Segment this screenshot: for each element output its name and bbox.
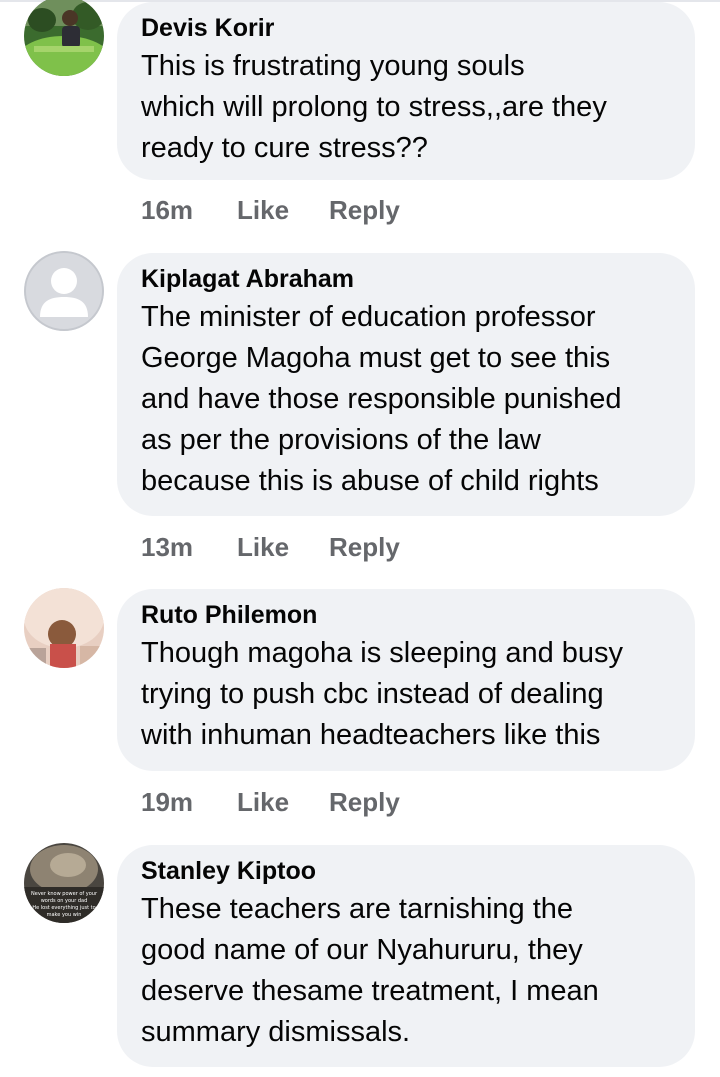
avatar[interactable]: Never know power of your words on your d… [24, 843, 104, 923]
like-button[interactable]: Like [237, 530, 329, 564]
reply-button[interactable]: Reply [329, 530, 400, 564]
comment-author[interactable]: Devis Korir [141, 12, 673, 44]
comment-bubble: Devis Korir This is frustrating young so… [117, 2, 695, 180]
landscape-photo-icon [24, 0, 104, 76]
comment-timestamp[interactable]: 13m [141, 530, 237, 564]
comment-text: The minister of education professor Geor… [141, 301, 622, 497]
comment-author[interactable]: Kiplagat Abraham [141, 263, 673, 295]
avatar[interactable] [24, 251, 104, 331]
svg-text:make you win: make you win [47, 912, 82, 918]
comment-bubble: Stanley Kiptoo These teachers are tarnis… [117, 845, 695, 1067]
svg-text:words on your dad: words on your dad [41, 898, 88, 904]
avatar[interactable] [24, 0, 104, 76]
like-button[interactable]: Like [237, 785, 329, 819]
comment-text: These teachers are tarnishing the good n… [141, 893, 599, 1048]
comment-actions: 19m Like Reply [141, 785, 400, 819]
svg-text:Never know power of your: Never know power of your [31, 891, 98, 897]
comment-author[interactable]: Ruto Philemon [141, 599, 673, 631]
comment-actions: 13m Like Reply [141, 530, 400, 564]
comment-author[interactable]: Stanley Kiptoo [141, 855, 673, 887]
reply-button[interactable]: Reply [329, 785, 400, 819]
avatar[interactable] [24, 588, 104, 668]
comment-bubble: Ruto Philemon Though magoha is sleeping … [117, 589, 695, 771]
like-button[interactable]: Like [237, 193, 329, 227]
reply-button[interactable]: Reply [329, 193, 400, 227]
comment-bubble: Kiplagat Abraham The minister of educati… [117, 253, 695, 516]
comment-timestamp[interactable]: 19m [141, 785, 237, 819]
comment-timestamp[interactable]: 16m [141, 193, 237, 227]
comment-actions: 16m Like Reply [141, 193, 400, 227]
quote-photo-icon: Never know power of your words on your d… [24, 843, 104, 923]
comment-text: This is frustrating young souls which wi… [141, 50, 607, 164]
comment-text: Though magoha is sleeping and busy tryin… [141, 637, 624, 751]
svg-text:He lost everything just to: He lost everything just to [32, 905, 95, 911]
portrait-photo-icon [24, 588, 104, 668]
default-person-icon [24, 251, 104, 331]
